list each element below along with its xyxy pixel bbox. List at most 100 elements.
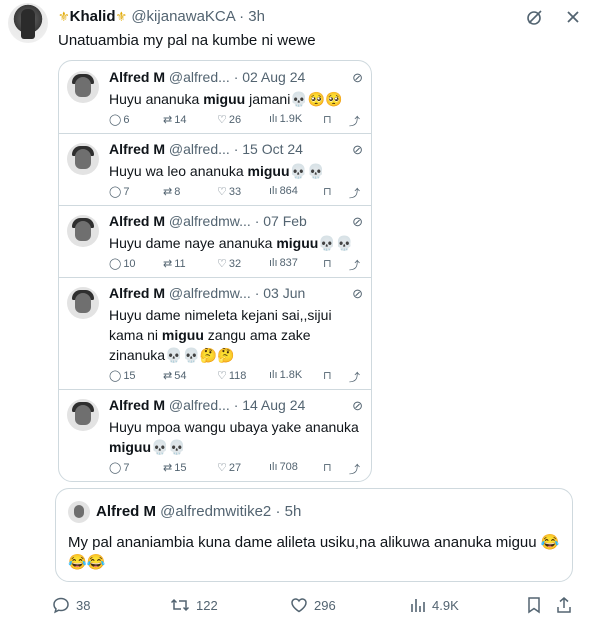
embedded-tweet[interactable]: Alfred M @alfredmw... · 07 Feb ⊘ Huyu dam… <box>59 205 371 278</box>
bookmark-button[interactable]: ⊓ <box>323 257 332 270</box>
tweet-date[interactable]: · 02 Aug 24 <box>234 69 306 85</box>
like-button[interactable]: ♡ 32 <box>217 257 241 271</box>
author-avatar[interactable] <box>8 3 48 43</box>
tweet-time[interactable]: · 3h <box>239 8 265 25</box>
reply-button[interactable]: ◯ 7 <box>109 461 129 475</box>
views-button[interactable]: ılı 864 <box>269 185 298 197</box>
embedded-tweet[interactable]: Alfred M @alfred... · 02 Aug 24 ⊘ Huyu an… <box>59 61 371 134</box>
share-button[interactable]: ⤴ <box>349 369 360 385</box>
tweet-text: Huyu dame nimeleta kejani sai,,sijui kam… <box>109 307 332 363</box>
share-icon: ⤴ <box>349 464 360 476</box>
tweet-text: Huyu mpoa wangu ubaya yake ananuka miguu… <box>109 419 359 455</box>
avatar[interactable] <box>67 143 99 175</box>
tweet-date[interactable]: · 03 Jun <box>255 285 306 301</box>
embedded-tweets-card[interactable]: Alfred M @alfred... · 02 Aug 24 ⊘ Huyu an… <box>58 60 372 482</box>
views-button[interactable]: 4.9K <box>408 596 459 614</box>
avatar[interactable] <box>68 501 90 523</box>
bookmark-icon <box>528 597 540 614</box>
views-button[interactable]: ılı 708 <box>269 461 298 473</box>
grok-icon[interactable]: ⊘ <box>352 142 363 158</box>
bookmark-button[interactable]: ⊓ <box>323 369 332 382</box>
avatar[interactable] <box>67 399 99 431</box>
like-button[interactable]: ♡ 33 <box>217 185 241 199</box>
author-name[interactable]: Alfred M <box>96 503 156 520</box>
retweet-button[interactable]: ⇄ 54 <box>163 369 186 383</box>
avatar[interactable] <box>67 215 99 247</box>
tweet-text: Huyu ananuka miguu jamani💀🥺🥺 <box>109 91 343 107</box>
bookmark-button[interactable]: ⊓ <box>323 461 332 474</box>
bookmark-button[interactable] <box>526 596 542 614</box>
bookmark-button[interactable]: ⊓ <box>323 113 332 126</box>
author-handle[interactable]: @alfredmw... <box>169 213 251 229</box>
views-button[interactable]: ılı 1.9K <box>269 113 302 125</box>
avatar[interactable] <box>67 71 99 103</box>
author-handle[interactable]: @alfred... <box>169 69 230 85</box>
like-button[interactable]: ♡ 118 <box>217 369 246 383</box>
author-handle[interactable]: @alfred... <box>169 397 230 413</box>
author-name[interactable]: Khalid <box>70 8 116 25</box>
embedded-tweet[interactable]: Alfred M @alfredmw... · 03 Jun ⊘ Huyu dam… <box>59 277 371 390</box>
grok-icon[interactable]: ⊘ <box>352 398 363 414</box>
reply-button[interactable]: ◯ 6 <box>109 113 129 127</box>
reply-button[interactable]: 38 <box>52 596 90 614</box>
views-button[interactable]: ılı 1.8K <box>269 369 302 381</box>
views-icon: ılı <box>269 113 278 125</box>
embedded-tweet[interactable]: Alfred M @alfred... · 14 Aug 24 ⊘ Huyu mp… <box>59 389 371 481</box>
like-button[interactable]: 296 <box>290 596 336 614</box>
bookmark-button[interactable]: ⊓ <box>323 185 332 198</box>
author-handle[interactable]: @alfredmw... <box>169 285 251 301</box>
views-button[interactable]: ılı 837 <box>269 257 298 269</box>
retweet-icon <box>170 598 190 612</box>
heart-icon: ♡ <box>217 258 227 270</box>
author-handle[interactable]: @alfred... <box>169 141 230 157</box>
retweet-icon: ⇄ <box>163 462 173 474</box>
reply-button[interactable]: ◯ 10 <box>109 257 136 271</box>
author-name[interactable]: Alfred M <box>109 141 165 157</box>
like-button[interactable]: ♡ 27 <box>217 461 241 475</box>
author-name[interactable]: Alfred M <box>109 69 165 85</box>
author-name[interactable]: Alfred M <box>109 397 165 413</box>
grok-icon[interactable]: ⊘ <box>352 70 363 86</box>
tweet-time[interactable]: · 5h <box>275 503 301 520</box>
heart-icon: ♡ <box>217 462 227 474</box>
author-handle[interactable]: @kijanawaKCA <box>131 8 235 25</box>
share-button[interactable]: ⤴ <box>349 257 360 273</box>
like-button[interactable]: ♡ 26 <box>217 113 241 127</box>
views-icon: ılı <box>269 185 278 197</box>
reply-button[interactable]: ◯ 15 <box>109 369 136 383</box>
heart-icon: ♡ <box>217 370 227 382</box>
more-icon[interactable] <box>564 8 582 26</box>
share-button[interactable]: ⤴ <box>349 185 360 201</box>
share-button[interactable] <box>555 596 573 614</box>
bookmark-icon: ⊓ <box>323 114 332 126</box>
share-icon: ⤴ <box>349 260 360 272</box>
quoted-tweet[interactable]: Alfred M @alfredmwitike2 · 5h My pal ana… <box>55 488 573 582</box>
retweet-button[interactable]: 122 <box>170 596 218 614</box>
retweet-button[interactable]: ⇄ 14 <box>163 113 186 127</box>
tweet-date[interactable]: · 14 Aug 24 <box>234 397 306 413</box>
retweet-icon: ⇄ <box>163 258 173 270</box>
views-icon: ılı <box>269 461 278 473</box>
avatar[interactable] <box>67 287 99 319</box>
bookmark-icon: ⊓ <box>323 462 332 474</box>
reply-icon: ◯ <box>109 258 122 270</box>
tweet-date[interactable]: · 07 Feb <box>255 213 307 229</box>
tweet-date[interactable]: · 15 Oct 24 <box>234 141 303 157</box>
tweet-header: ⚜Khalid⚜ @kijanawaKCA · 3h Unatuambia my… <box>0 0 596 55</box>
retweet-button[interactable]: ⇄ 15 <box>163 461 186 475</box>
embedded-tweet[interactable]: Alfred M @alfred... · 15 Oct 24 ⊘ Huyu wa… <box>59 133 371 206</box>
author-name[interactable]: Alfred M <box>109 213 165 229</box>
bookmark-icon: ⊓ <box>323 258 332 270</box>
reply-button[interactable]: ◯ 7 <box>109 185 129 199</box>
grok-icon[interactable] <box>526 8 544 26</box>
retweet-button[interactable]: ⇄ 8 <box>163 185 180 199</box>
retweet-button[interactable]: ⇄ 11 <box>163 257 186 271</box>
author-name[interactable]: Alfred M <box>109 285 165 301</box>
grok-icon[interactable]: ⊘ <box>352 214 363 230</box>
author-handle[interactable]: @alfredmwitike2 <box>160 503 271 520</box>
grok-icon[interactable]: ⊘ <box>352 286 363 302</box>
reply-icon <box>53 597 69 614</box>
share-button[interactable]: ⤴ <box>349 461 360 477</box>
author-line: ⚜Khalid⚜ @kijanawaKCA · 3h <box>58 8 265 25</box>
share-button[interactable]: ⤴ <box>349 113 360 129</box>
